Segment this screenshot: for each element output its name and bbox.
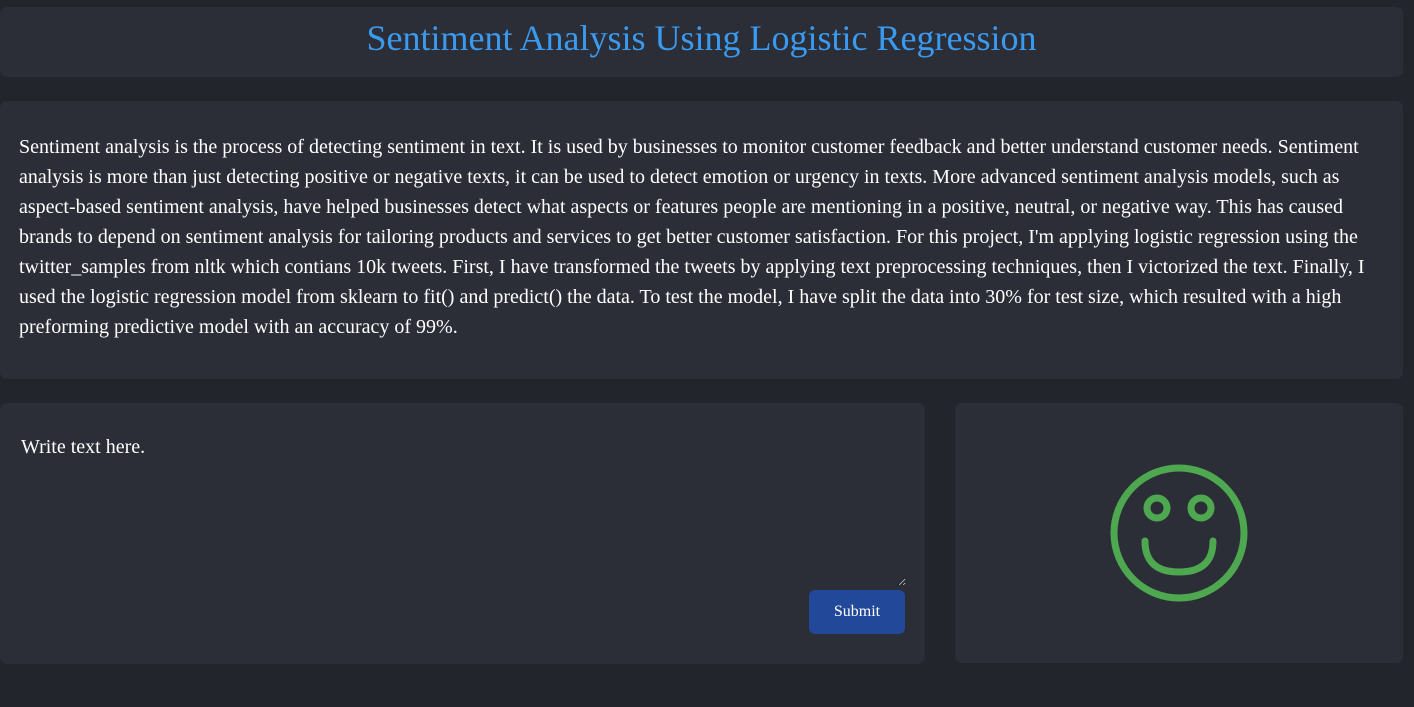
- header-panel: Sentiment Analysis Using Logistic Regres…: [0, 7, 1403, 77]
- result-panel: [955, 403, 1403, 663]
- submit-button[interactable]: Submit: [809, 590, 905, 634]
- description-text: Sentiment analysis is the process of det…: [19, 136, 1365, 338]
- input-panel: Submit: [0, 403, 925, 664]
- description-panel: Sentiment analysis is the process of det…: [0, 101, 1403, 379]
- page-title: Sentiment Analysis Using Logistic Regres…: [366, 18, 1037, 58]
- smiley-face-icon: [1110, 464, 1248, 602]
- text-input[interactable]: [13, 428, 906, 586]
